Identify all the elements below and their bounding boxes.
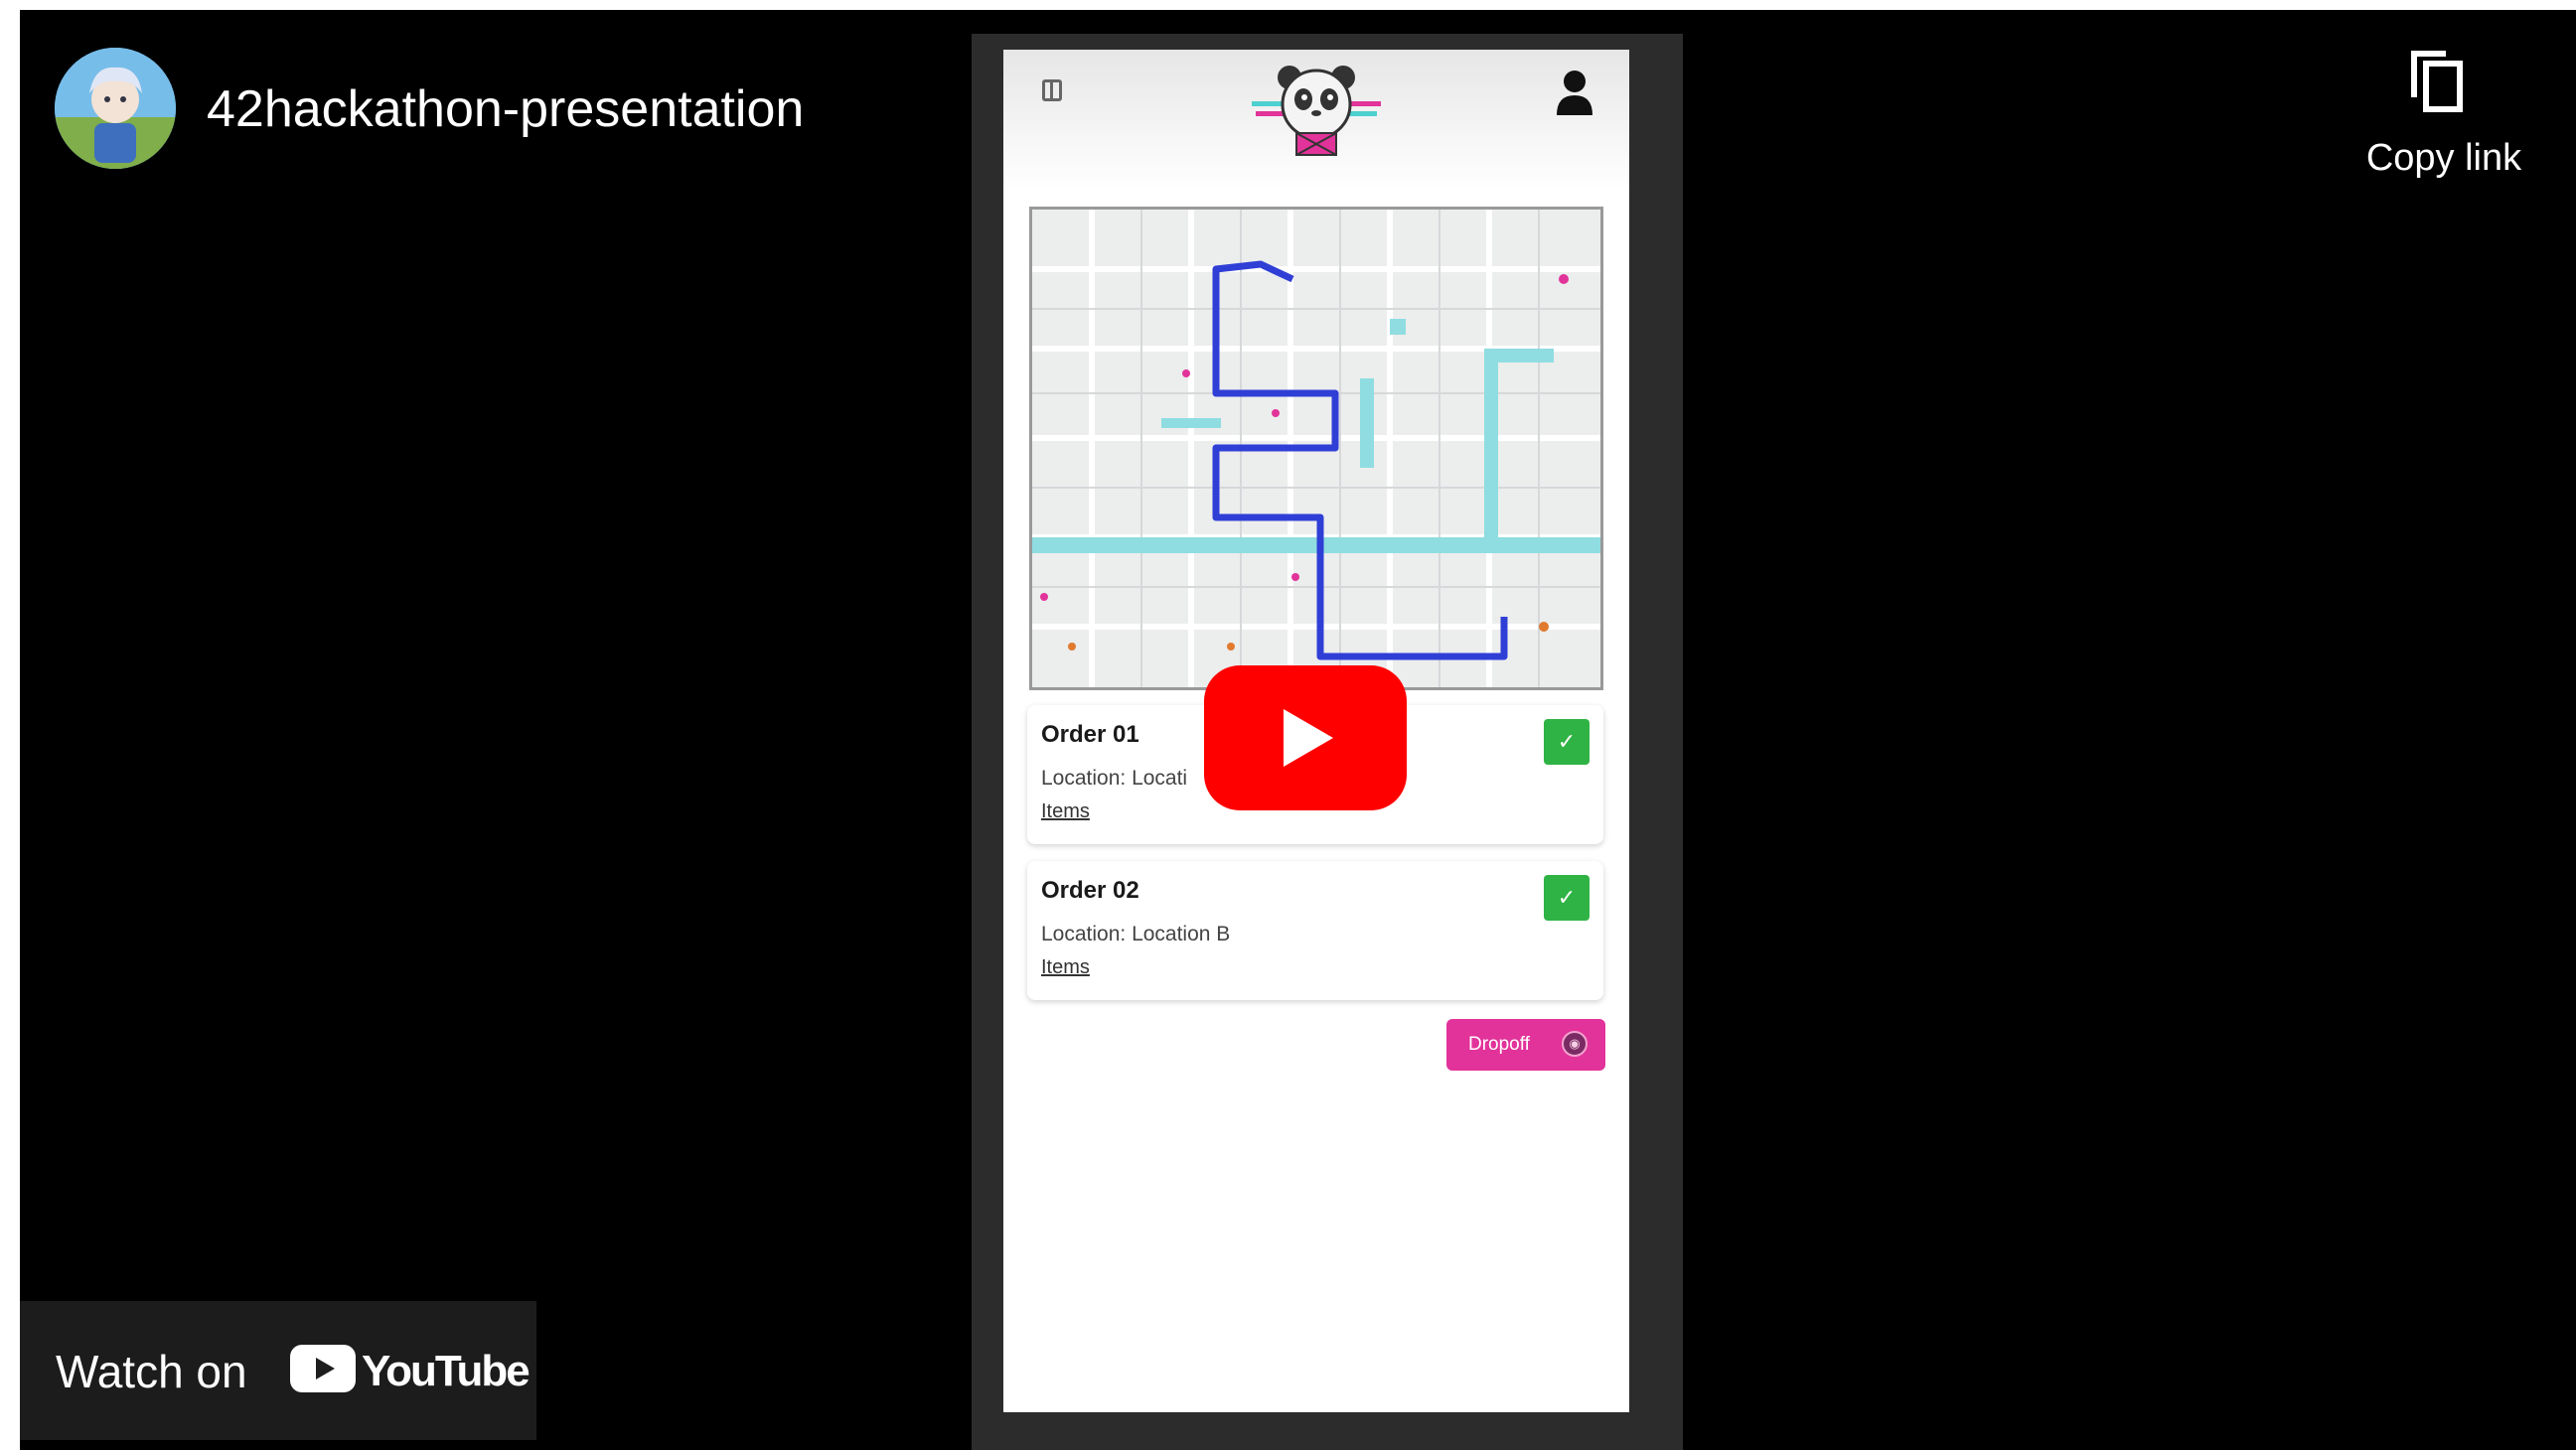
channel-avatar[interactable] — [55, 48, 176, 169]
order-title: Order 02 — [1041, 877, 1139, 904]
app-header — [1003, 50, 1629, 199]
avatar-image — [55, 48, 176, 169]
watch-on-label: Watch on — [56, 1346, 247, 1397]
order-complete-checkbox[interactable]: ✓ — [1544, 719, 1590, 765]
youtube-logo: YouTube — [290, 1345, 530, 1398]
copy-link-label: Copy link — [2365, 137, 2522, 179]
dropoff-label: Dropoff — [1468, 1034, 1530, 1055]
video-player[interactable]: Order 01 Location: Locati Items ✓ Order … — [20, 10, 2576, 1450]
check-icon: ✓ — [1557, 729, 1577, 754]
route-map[interactable] — [1029, 207, 1603, 690]
order-items-link[interactable]: Items — [1041, 800, 1090, 823]
order-card-02[interactable]: Order 02 Location: Location B Items ✓ — [1027, 861, 1603, 1000]
user-profile-icon[interactable] — [1555, 68, 1594, 117]
order-title: Order 01 — [1041, 721, 1139, 748]
order-items-link[interactable]: Items — [1041, 956, 1090, 979]
copy-icon — [2411, 51, 2463, 112]
youtube-wordmark: YouTube — [362, 1347, 530, 1395]
sidebar-toggle-icon[interactable] — [1042, 79, 1062, 101]
watch-on-youtube-button[interactable]: Watch on YouTube — [20, 1301, 536, 1440]
dropoff-button[interactable]: Dropoff ◉ — [1446, 1019, 1605, 1071]
order-location: Location: Location B — [1041, 923, 1231, 945]
youtube-play-icon — [290, 1345, 356, 1392]
video-title-link[interactable]: 42hackathon-presentation — [207, 79, 804, 139]
copy-link-button[interactable]: Copy link — [2345, 46, 2543, 205]
order-complete-checkbox[interactable]: ✓ — [1544, 875, 1590, 921]
dropoff-icon: ◉ — [1562, 1031, 1588, 1057]
order-location: Location: Locati — [1041, 767, 1188, 790]
panda-logo — [1252, 66, 1381, 156]
large-play-button[interactable] — [1204, 665, 1407, 810]
map-canvas — [1032, 210, 1600, 687]
check-icon: ✓ — [1557, 885, 1577, 910]
